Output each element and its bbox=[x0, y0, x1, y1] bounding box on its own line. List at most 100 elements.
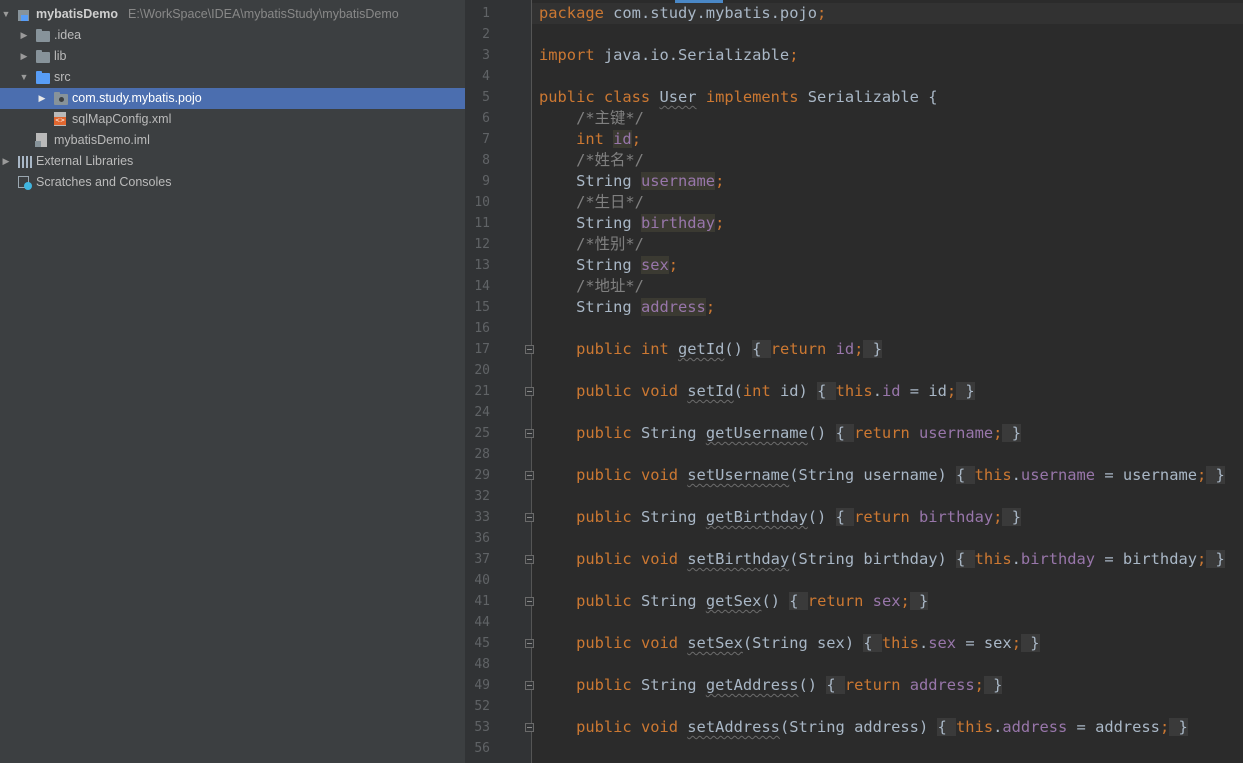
line-number: 7 bbox=[482, 132, 490, 147]
tree-item-external-libraries[interactable]: ▶ External Libraries bbox=[0, 151, 465, 172]
fold-collapse-icon[interactable] bbox=[525, 429, 534, 438]
code-token: = sex bbox=[956, 634, 1012, 652]
code-line[interactable]: public void setUsername(String username)… bbox=[539, 465, 1225, 486]
code-token: } bbox=[1002, 508, 1021, 526]
collapse-arrow-icon[interactable]: ▶ bbox=[1, 151, 11, 172]
fold-collapse-icon[interactable] bbox=[525, 723, 534, 732]
code-line[interactable]: public class User implements Serializabl… bbox=[539, 87, 937, 108]
tree-item-com-study-mybatis-pojo[interactable]: ▶ com.study.mybatis.pojo bbox=[0, 88, 465, 109]
line-number: 10 bbox=[474, 195, 490, 210]
fold-collapse-icon[interactable] bbox=[525, 597, 534, 606]
code-line[interactable]: public void setBirthday(String birthday)… bbox=[539, 549, 1225, 570]
code-token: String bbox=[640, 424, 706, 442]
code-line[interactable]: public int getId() { return id; } bbox=[539, 339, 882, 360]
code-line[interactable]: String address; bbox=[539, 297, 715, 318]
code-line[interactable]: /*主键*/ bbox=[539, 108, 644, 129]
expand-arrow-icon[interactable]: ▼ bbox=[1, 4, 11, 25]
code-token: birthday bbox=[640, 214, 716, 232]
tree-item-scratches-and-consoles[interactable]: Scratches and Consoles bbox=[0, 172, 465, 193]
code-token: setBirthday bbox=[687, 550, 790, 568]
collapse-arrow-icon[interactable]: ▶ bbox=[19, 46, 29, 67]
fold-collapse-icon[interactable] bbox=[525, 639, 534, 648]
code-line[interactable]: /*姓名*/ bbox=[539, 150, 644, 171]
code-line[interactable]: import java.io.Serializable; bbox=[539, 45, 798, 66]
code-token: public void bbox=[576, 550, 688, 568]
code-token: public class bbox=[539, 88, 660, 106]
code-token: User bbox=[659, 88, 697, 106]
line-number: 2 bbox=[482, 27, 490, 42]
code-token: ; bbox=[705, 298, 716, 316]
code-token: . bbox=[1011, 550, 1021, 568]
tree-item-label: lib bbox=[54, 49, 67, 63]
line-number: 28 bbox=[474, 447, 490, 462]
fold-collapse-icon[interactable] bbox=[525, 345, 534, 354]
fold-collapse-icon[interactable] bbox=[525, 471, 534, 480]
tree-item-label: mybatisDemo bbox=[36, 7, 118, 21]
tree-item-mybatisdemo-iml[interactable]: mybatisDemo.iml bbox=[0, 130, 465, 151]
tree-item-lib[interactable]: ▶ lib bbox=[0, 46, 465, 67]
code-line[interactable]: package com.study.mybatis.pojo; bbox=[539, 3, 826, 24]
code-line[interactable]: public String getBirthday() { return bir… bbox=[539, 507, 1021, 528]
fold-collapse-icon[interactable] bbox=[525, 513, 534, 522]
code-token: address bbox=[1002, 718, 1068, 736]
code-token: username bbox=[1020, 466, 1096, 484]
code-line[interactable]: String sex; bbox=[539, 255, 678, 276]
code-line[interactable]: public void setId(int id) { this.id = id… bbox=[539, 381, 975, 402]
code-line[interactable]: String username; bbox=[539, 171, 724, 192]
tree-item-label: com.study.mybatis.pojo bbox=[72, 91, 202, 105]
code-token: getBirthday bbox=[705, 508, 808, 526]
code-token: id bbox=[881, 382, 901, 400]
collapse-arrow-icon[interactable]: ▶ bbox=[19, 25, 29, 46]
code-token: /*姓名*/ bbox=[539, 151, 644, 169]
code-line[interactable]: public void setAddress(String address) {… bbox=[539, 717, 1188, 738]
code-line[interactable]: public String getUsername() { return use… bbox=[539, 423, 1021, 444]
tree-item-label: src bbox=[54, 70, 71, 84]
code-token: public void bbox=[576, 634, 688, 652]
code-token: ; bbox=[789, 46, 799, 64]
tree-item-src[interactable]: ▼ src bbox=[0, 67, 465, 88]
code-line[interactable]: int id; bbox=[539, 129, 641, 150]
expand-arrow-icon[interactable]: ▼ bbox=[19, 67, 29, 88]
tree-item-label: .idea bbox=[54, 28, 82, 42]
scratches-icon bbox=[18, 176, 32, 190]
tree-item-label: sqlMapConfig.xml bbox=[72, 112, 172, 126]
code-line[interactable]: public String getSex() { return sex; } bbox=[539, 591, 929, 612]
code-token: { bbox=[789, 592, 808, 610]
fold-collapse-icon[interactable] bbox=[525, 681, 534, 690]
code-token: Serializable { bbox=[807, 88, 938, 106]
code-line[interactable]: /*地址*/ bbox=[539, 276, 644, 297]
fold-collapse-icon[interactable] bbox=[525, 555, 534, 564]
xml-file-icon bbox=[54, 112, 66, 126]
code-token: getAddress bbox=[705, 676, 799, 694]
code-line[interactable]: public void setSex(String sex) { this.se… bbox=[539, 633, 1040, 654]
code-token: ; bbox=[974, 676, 984, 694]
tree-item-mybatisdemo[interactable]: ▼ mybatisDemo E:\WorkSpace\IDEA\mybatisStu… bbox=[0, 4, 465, 25]
fold-collapse-icon[interactable] bbox=[525, 387, 534, 396]
code-token: id bbox=[835, 340, 855, 358]
code-line[interactable]: /*生日*/ bbox=[539, 192, 644, 213]
code-line[interactable]: String birthday; bbox=[539, 213, 724, 234]
tree-item-sqlmapconfig-xml[interactable]: sqlMapConfig.xml bbox=[0, 109, 465, 130]
line-number: 44 bbox=[474, 615, 490, 630]
code-token: public int bbox=[576, 340, 679, 358]
line-number: 53 bbox=[474, 720, 490, 735]
code-token: = birthday bbox=[1095, 550, 1197, 568]
code-token: ; bbox=[817, 4, 827, 22]
line-number: 24 bbox=[474, 405, 490, 420]
tree-item--idea[interactable]: ▶ .idea bbox=[0, 25, 465, 46]
code-token: { bbox=[956, 550, 975, 568]
code-token: } bbox=[1169, 718, 1188, 736]
collapse-arrow-icon[interactable]: ▶ bbox=[37, 88, 47, 109]
code-token: public bbox=[576, 508, 641, 526]
code-token: ; bbox=[1159, 718, 1170, 736]
code-line[interactable]: /*性别*/ bbox=[539, 234, 644, 255]
code-token: setSex bbox=[687, 634, 743, 652]
code-token: setAddress bbox=[687, 718, 780, 736]
code-line[interactable]: public String getAddress() { return addr… bbox=[539, 675, 1003, 696]
line-number: 32 bbox=[474, 489, 490, 504]
line-number: 33 bbox=[474, 510, 490, 525]
code-token: /*地址*/ bbox=[539, 277, 644, 295]
